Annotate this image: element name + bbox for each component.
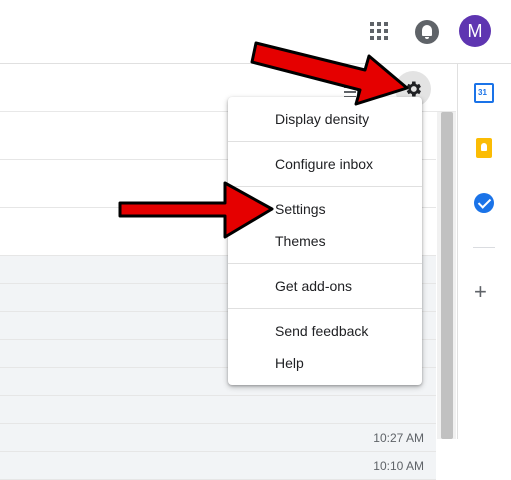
email-time: 10:10 AM — [373, 459, 424, 473]
arrow-to-settings — [118, 181, 274, 239]
annotation-arrows — [118, 41, 409, 239]
list-item[interactable]: 10:10 AM — [0, 452, 436, 480]
arrow-to-gear — [250, 41, 409, 106]
